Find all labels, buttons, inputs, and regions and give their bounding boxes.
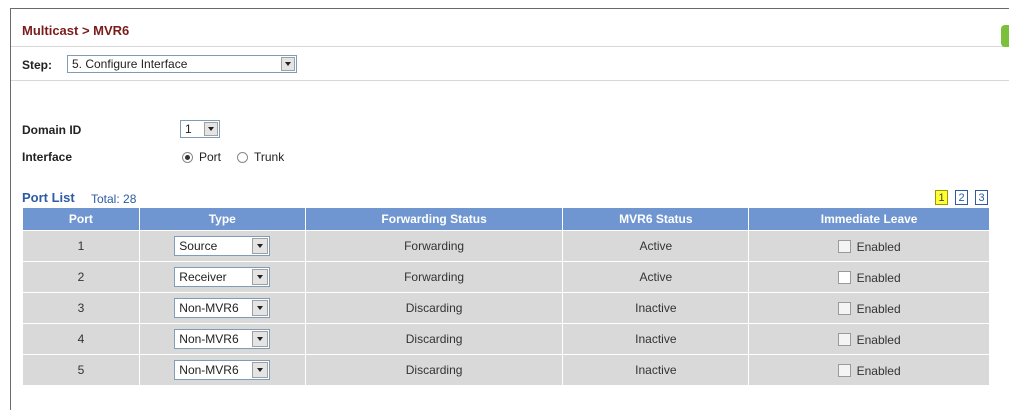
- chevron-down-icon[interactable]: [252, 300, 269, 316]
- port-cell: 4: [22, 323, 140, 355]
- content-frame: Multicast > MVR6 Step: 5. Configure Inte…: [10, 8, 1009, 410]
- forwarding-status-cell: Discarding: [304, 354, 564, 386]
- immediate-leave-option: Enabled: [837, 332, 901, 347]
- type-cell: Non-MVR6: [138, 292, 306, 324]
- port-list-total: Total: 28: [91, 192, 137, 206]
- radio-port-label: Port: [199, 150, 222, 164]
- step-select[interactable]: 5. Configure Interface: [67, 55, 297, 73]
- forwarding-status-cell: Forwarding: [304, 261, 564, 293]
- immediate-leave-cell: Enabled: [748, 292, 990, 324]
- mvr6-status-cell: Inactive: [562, 323, 750, 355]
- table-row: 3 Non-MVR6 Discarding Inactive Enabled: [22, 292, 990, 324]
- table-row: 2 Receiver Forwarding Active Enabled: [22, 261, 990, 293]
- type-select[interactable]: Receiver: [174, 267, 271, 287]
- type-select-value: Non-MVR6: [179, 301, 239, 315]
- type-cell: Non-MVR6: [138, 354, 306, 386]
- immediate-leave-label: Enabled: [856, 332, 901, 347]
- domain-id-select[interactable]: 1: [180, 120, 220, 138]
- chevron-down-icon[interactable]: [252, 238, 269, 254]
- step-bar: Step: 5. Configure Interface: [11, 48, 1009, 81]
- col-header-forwarding-status: Forwarding Status: [304, 207, 564, 231]
- chevron-down-icon[interactable]: [252, 362, 269, 378]
- immediate-leave-cell: Enabled: [748, 354, 990, 386]
- mvr6-status-cell: Inactive: [562, 292, 750, 324]
- table-row: 1 Source Forwarding Active Enabled: [22, 230, 990, 262]
- port-cell: 2: [22, 261, 140, 293]
- type-select[interactable]: Non-MVR6: [174, 298, 271, 318]
- page-link-3[interactable]: 3: [975, 190, 988, 205]
- type-cell: Source: [138, 230, 306, 262]
- type-select-value: Receiver: [179, 270, 227, 284]
- immediate-leave-cell: Enabled: [748, 323, 990, 355]
- immediate-leave-label: Enabled: [856, 363, 901, 378]
- mvr6-status-cell: Active: [562, 230, 750, 262]
- mvr6-status-cell: Inactive: [562, 354, 750, 386]
- title-bar: Multicast > MVR6: [11, 9, 1009, 47]
- immediate-leave-label: Enabled: [856, 239, 901, 254]
- immediate-leave-checkbox[interactable]: [837, 364, 851, 378]
- type-select-value: Non-MVR6: [179, 332, 239, 346]
- radio-port[interactable]: [182, 152, 193, 163]
- chevron-down-icon[interactable]: [204, 122, 218, 136]
- port-cell: 5: [22, 354, 140, 386]
- mvr6-status-cell: Active: [562, 261, 750, 293]
- type-select[interactable]: Non-MVR6: [174, 360, 271, 380]
- type-select-value: Source: [179, 239, 218, 253]
- interface-label: Interface: [22, 150, 73, 164]
- page-link-1[interactable]: 1: [935, 190, 948, 205]
- radio-trunk[interactable]: [237, 152, 248, 163]
- page-link-2[interactable]: 2: [955, 190, 968, 205]
- page-title: Multicast > MVR6: [22, 23, 130, 38]
- port-cell: 1: [22, 230, 140, 262]
- domain-id-label: Domain ID: [22, 123, 82, 137]
- immediate-leave-checkbox[interactable]: [837, 302, 851, 316]
- immediate-leave-cell: Enabled: [748, 261, 990, 293]
- chevron-down-icon[interactable]: [252, 269, 269, 285]
- col-header-port: Port: [22, 207, 140, 231]
- immediate-leave-option: Enabled: [837, 270, 901, 285]
- table-row: 5 Non-MVR6 Discarding Inactive Enabled: [22, 354, 990, 386]
- immediate-leave-checkbox[interactable]: [837, 271, 851, 285]
- immediate-leave-checkbox[interactable]: [837, 240, 851, 254]
- immediate-leave-option: Enabled: [837, 301, 901, 316]
- port-cell: 3: [22, 292, 140, 324]
- col-header-type: Type: [138, 207, 306, 231]
- type-cell: Non-MVR6: [138, 323, 306, 355]
- chevron-down-icon[interactable]: [281, 57, 295, 71]
- type-select[interactable]: Non-MVR6: [174, 329, 271, 349]
- immediate-leave-cell: Enabled: [748, 230, 990, 262]
- forwarding-status-cell: Discarding: [304, 323, 564, 355]
- port-table: Port Type Forwarding Status MVR6 Status …: [22, 207, 990, 386]
- radio-trunk-label: Trunk: [254, 150, 285, 164]
- immediate-leave-label: Enabled: [856, 301, 901, 316]
- type-select[interactable]: Source: [174, 236, 271, 256]
- forwarding-status-cell: Discarding: [304, 292, 564, 324]
- immediate-leave-option: Enabled: [837, 363, 901, 378]
- col-header-immediate-leave: Immediate Leave: [748, 207, 990, 231]
- immediate-leave-label: Enabled: [856, 270, 901, 285]
- chevron-down-icon[interactable]: [252, 331, 269, 347]
- port-list-title: Port List: [22, 190, 75, 205]
- type-select-value: Non-MVR6: [179, 363, 239, 377]
- forwarding-status-cell: Forwarding: [304, 230, 564, 262]
- table-row: 4 Non-MVR6 Discarding Inactive Enabled: [22, 323, 990, 355]
- help-tab-icon[interactable]: [1001, 25, 1009, 47]
- col-header-mvr6-status: MVR6 Status: [562, 207, 750, 231]
- immediate-leave-option: Enabled: [837, 239, 901, 254]
- step-select-value: 5. Configure Interface: [72, 57, 188, 71]
- step-label: Step:: [22, 58, 52, 72]
- table-header-row: Port Type Forwarding Status MVR6 Status …: [22, 207, 990, 231]
- immediate-leave-checkbox[interactable]: [837, 333, 851, 347]
- type-cell: Receiver: [138, 261, 306, 293]
- domain-id-value: 1: [185, 122, 192, 136]
